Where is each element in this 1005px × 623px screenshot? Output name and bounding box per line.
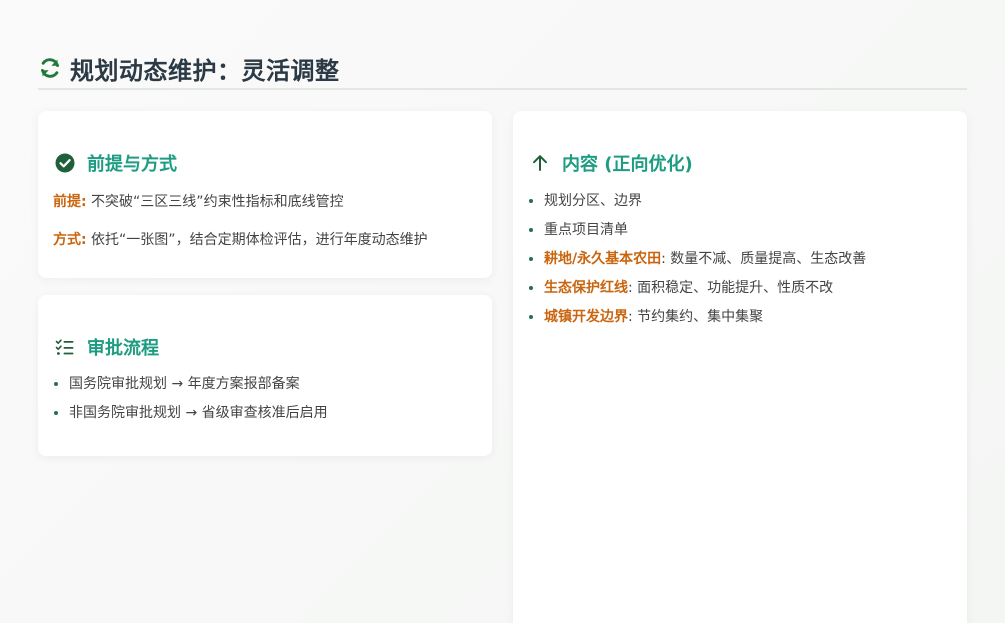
approval-card-header: 审批流程 (55, 334, 159, 360)
premise-card-header: 前提与方式 (55, 150, 177, 176)
item-text: 规划分区、边界 (544, 193, 642, 209)
page: 规划动态维护：灵活调整 前提与方式 前提: 不突破“三区三线”约束性指标和底线管… (0, 0, 1005, 623)
approval-list: 国务院审批规划 → 年度方案报部备案 非国务院审批规划 → 省级审查核准后启用 (54, 374, 328, 432)
content-list: 规划分区、边界 重点项目清单 耕地/永久基本农田: 数量不减、质量提高、生态改善… (529, 191, 866, 336)
list-item: 重点项目清单 (529, 220, 866, 249)
list-item: 生态保护红线: 面积稳定、功能提升、性质不改 (529, 278, 866, 307)
arrow-up-icon (530, 153, 550, 173)
checklist-icon (55, 337, 75, 357)
list-item: 耕地/永久基本农田: 数量不减、质量提高、生态改善 (529, 249, 866, 278)
approval-card: 审批流程 国务院审批规划 → 年度方案报部备案 非国务院审批规划 → 省级审查核… (38, 295, 492, 456)
item-label: 城镇开发边界 (544, 309, 628, 325)
method-label: 方式: (53, 232, 87, 248)
method-text: 依托“一张图”，结合定期体检评估，进行年度动态维护 (86, 232, 428, 248)
premise-text: 不突破“三区三线”约束性指标和底线管控 (86, 194, 344, 210)
item-text: : 节约集约、集中集聚 (628, 309, 764, 325)
premise-card-title: 前提与方式 (87, 154, 177, 175)
item-text: : 面积稳定、功能提升、性质不改 (628, 280, 834, 296)
approval-card-title: 审批流程 (87, 338, 159, 359)
premise-row: 前提: 不突破“三区三线”约束性指标和底线管控 (53, 191, 344, 211)
check-circle-icon (55, 153, 75, 173)
list-item: 城镇开发边界: 节约集约、集中集聚 (529, 307, 866, 336)
list-item: 非国务院审批规划 → 省级审查核准后启用 (54, 403, 328, 432)
item-text: 重点项目清单 (544, 222, 628, 238)
page-header: 规划动态维护：灵活调整 (38, 48, 967, 90)
method-row: 方式: 依托“一张图”，结合定期体检评估，进行年度动态维护 (53, 229, 428, 249)
item-label: 耕地/永久基本农田 (544, 251, 662, 267)
premise-card: 前提与方式 前提: 不突破“三区三线”约束性指标和底线管控 方式: 依托“一张图… (38, 111, 492, 278)
list-item: 规划分区、边界 (529, 191, 866, 220)
item-text: : 数量不减、质量提高、生态改善 (661, 251, 867, 267)
item-label: 生态保护红线 (544, 280, 628, 296)
page-title: 规划动态维护：灵活调整 (70, 56, 340, 85)
content-card: 内容 (正向优化) 规划分区、边界 重点项目清单 耕地/永久基本农田: 数量不减… (513, 111, 967, 623)
content-card-header: 内容 (正向优化) (530, 150, 693, 176)
premise-label: 前提: (53, 194, 87, 210)
list-item: 国务院审批规划 → 年度方案报部备案 (54, 374, 328, 403)
content-card-title: 内容 (正向优化) (562, 154, 693, 175)
refresh-icon (38, 56, 62, 80)
